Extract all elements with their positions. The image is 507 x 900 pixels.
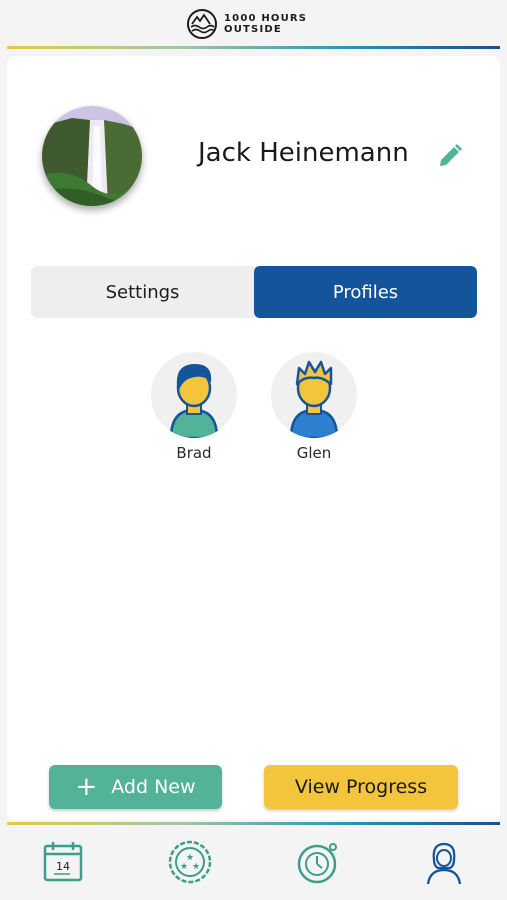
calendar-day: 14 bbox=[56, 860, 70, 873]
nav-calendar[interactable]: 14 bbox=[40, 838, 88, 886]
add-new-button[interactable]: + Add New bbox=[49, 765, 222, 809]
logo-text-line1: 1000 HOURS bbox=[224, 13, 308, 24]
user-avatar[interactable] bbox=[42, 106, 142, 206]
timer-icon bbox=[297, 843, 337, 884]
footer-divider bbox=[7, 822, 500, 825]
profile-tabs: Settings Profiles bbox=[31, 266, 477, 318]
boy-avatar-icon bbox=[151, 352, 237, 438]
boy-avatar-icon bbox=[271, 352, 357, 438]
child-profile-brad[interactable]: Brad bbox=[149, 352, 239, 462]
child-profile-glen[interactable]: Glen bbox=[269, 352, 359, 462]
pencil-icon bbox=[440, 144, 462, 166]
child-name: Brad bbox=[176, 444, 212, 462]
profile-icon bbox=[426, 842, 462, 885]
svg-text:★: ★ bbox=[180, 862, 188, 872]
nav-badges[interactable]: ★ ★ ★ bbox=[166, 838, 214, 886]
nav-timer[interactable] bbox=[295, 838, 343, 886]
tab-settings[interactable]: Settings bbox=[31, 266, 254, 318]
child-name: Glen bbox=[296, 444, 332, 462]
svg-text:★: ★ bbox=[192, 862, 200, 872]
add-new-label: Add New bbox=[111, 776, 196, 798]
header-divider bbox=[7, 46, 500, 49]
view-progress-button[interactable]: View Progress bbox=[264, 765, 458, 809]
edit-name-button[interactable] bbox=[436, 142, 464, 170]
plus-icon: + bbox=[75, 772, 98, 802]
tab-profiles[interactable]: Profiles bbox=[254, 266, 477, 318]
top-bar: 1000 HOURS OUTSIDE bbox=[0, 0, 507, 48]
user-name: Jack Heinemann bbox=[198, 138, 409, 168]
logo-mountain-icon bbox=[187, 9, 217, 39]
bottom-nav: 14 ★ ★ ★ bbox=[0, 826, 507, 900]
nav-profile[interactable] bbox=[420, 838, 468, 886]
badges-icon: ★ ★ ★ bbox=[168, 840, 212, 884]
waterfall-photo bbox=[42, 106, 142, 206]
app-logo: 1000 HOURS OUTSIDE bbox=[186, 8, 307, 40]
calendar-icon: 14 bbox=[43, 842, 83, 882]
logo-text-line2: OUTSIDE bbox=[224, 24, 282, 35]
